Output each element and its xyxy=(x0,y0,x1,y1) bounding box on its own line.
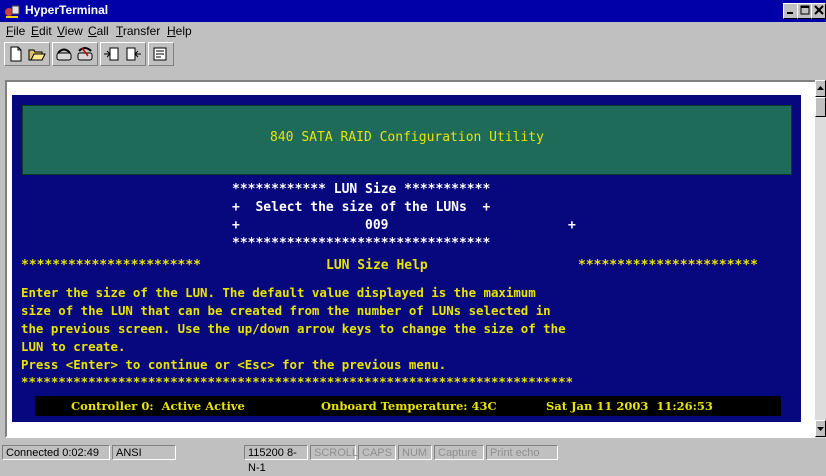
new-icon xyxy=(10,46,22,62)
close-button[interactable] xyxy=(811,3,826,19)
lun-box-top: ************ LUN Size *********** xyxy=(232,182,491,197)
send-button[interactable] xyxy=(102,45,122,63)
menu-bar: File Edit View Call Transfer Help xyxy=(0,22,826,40)
help-line: size of the LUN that can be created from… xyxy=(21,303,551,318)
connection-time: Connected 0:02:49 xyxy=(2,445,110,460)
lun-box-right-border: + xyxy=(568,218,576,233)
title-bar: HyperTerminal xyxy=(0,0,826,22)
disconnect-button[interactable] xyxy=(75,45,95,63)
help-line: LUN to create. xyxy=(21,339,126,354)
disconnect-icon xyxy=(77,47,93,61)
open-button[interactable] xyxy=(27,45,47,63)
controller-status: Controller 0: Active Active xyxy=(71,399,245,413)
help-separator: ****************************************… xyxy=(21,374,574,389)
minimize-icon xyxy=(787,12,793,14)
help-line: the previous screen. Use the up/down arr… xyxy=(21,321,566,336)
utility-title: 840 SATA RAID Configuration Utility xyxy=(270,130,544,145)
print-echo-indicator: Print echo xyxy=(486,445,558,460)
menu-call[interactable]: Call xyxy=(88,24,109,38)
menu-file[interactable]: File xyxy=(6,24,25,38)
lun-box-bottom: ********************************* xyxy=(232,236,491,251)
help-line: Enter the size of the LUN. The default v… xyxy=(21,285,536,300)
scroll-thumb[interactable] xyxy=(815,97,826,117)
lun-box-prompt: + Select the size of the LUNs + xyxy=(232,200,491,215)
help-instructions: Press <Enter> to continue or <Esc> for t… xyxy=(21,357,447,372)
help-stars-left: *********************** xyxy=(21,258,202,273)
menu-help[interactable]: Help xyxy=(167,24,192,38)
scroll-up-button[interactable] xyxy=(815,80,826,97)
toolbar-group-properties xyxy=(148,42,174,66)
num-lock-indicator: NUM xyxy=(398,445,432,460)
lun-box-left-border: + xyxy=(232,218,240,233)
connect-icon xyxy=(56,48,72,61)
maximize-icon xyxy=(800,5,810,15)
date-time: Sat Jan 11 2003 11:26:53 xyxy=(546,399,713,413)
down-arrow-icon xyxy=(817,427,824,431)
caps-lock-indicator: CAPS xyxy=(358,445,396,460)
menu-view[interactable]: View xyxy=(57,24,83,38)
port-settings: 115200 8-N-1 xyxy=(244,445,308,474)
scroll-down-button[interactable] xyxy=(815,420,826,437)
open-icon xyxy=(28,49,46,61)
hyperterminal-icon xyxy=(5,5,20,18)
up-arrow-icon xyxy=(817,86,824,90)
toolbar-group-call xyxy=(52,42,98,66)
capture-indicator: Capture xyxy=(434,445,484,460)
properties-icon xyxy=(153,47,167,61)
scroll-lock-indicator: SCROLL xyxy=(310,445,358,460)
receive-icon xyxy=(126,47,141,61)
vertical-scrollbar[interactable] xyxy=(815,80,826,438)
toolbar xyxy=(0,40,826,68)
onboard-temperature: Onboard Temperature: 43C xyxy=(321,399,497,413)
utility-header: 840 SATA RAID Configuration Utility xyxy=(22,105,792,175)
send-icon xyxy=(104,47,119,61)
receive-button[interactable] xyxy=(123,45,143,63)
properties-button[interactable] xyxy=(150,45,170,63)
window-title: HyperTerminal xyxy=(25,3,109,17)
help-stars-right: *********************** xyxy=(578,258,759,273)
menu-edit[interactable]: Edit xyxy=(31,24,52,38)
new-button[interactable] xyxy=(6,45,26,63)
controller-status-bar: Controller 0: Active Active Onboard Temp… xyxy=(35,396,781,416)
close-icon xyxy=(813,5,824,15)
window-status-bar: Connected 0:02:49 ANSI 115200 8-N-1 SCRO… xyxy=(0,443,826,474)
lun-size-value[interactable]: 009 xyxy=(365,218,388,233)
connect-button[interactable] xyxy=(54,45,74,63)
emulation-mode: ANSI xyxy=(112,445,176,460)
menu-transfer[interactable]: Transfer xyxy=(116,24,160,38)
toolbar-group-file xyxy=(4,42,50,66)
help-title: LUN Size Help xyxy=(326,258,428,273)
toolbar-group-transfer xyxy=(100,42,146,66)
